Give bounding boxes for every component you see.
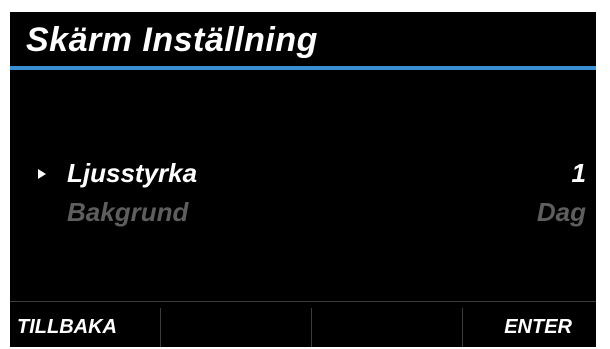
enter-softkey[interactable]: ENTER: [463, 302, 596, 347]
menu-item-value: Dag: [536, 197, 586, 227]
softkey-2[interactable]: [161, 302, 311, 347]
menu-item-ljusstyrka[interactable]: Ljusstyrka 1: [10, 158, 596, 192]
menu-item-label: Bakgrund: [67, 197, 189, 227]
softkey-label: ENTER: [504, 316, 572, 338]
softkey-bar: TILLBAKA ENTER: [10, 301, 596, 347]
menu-item-value: 1: [571, 158, 586, 188]
title-bar: Skärm Inställning: [10, 12, 596, 70]
page-title: Skärm Inställning: [26, 21, 318, 59]
back-softkey[interactable]: TILLBAKA: [10, 302, 160, 347]
menu-item-bakgrund[interactable]: Bakgrund Dag: [10, 197, 596, 231]
menu-item-label: Ljusstyrka: [67, 158, 198, 188]
device-screen: Skärm Inställning Ljusstyrka 1 Bakgrund …: [10, 12, 596, 347]
triangle-right-icon: [38, 169, 46, 179]
softkey-3[interactable]: [312, 302, 462, 347]
softkey-label: TILLBAKA: [17, 316, 117, 338]
